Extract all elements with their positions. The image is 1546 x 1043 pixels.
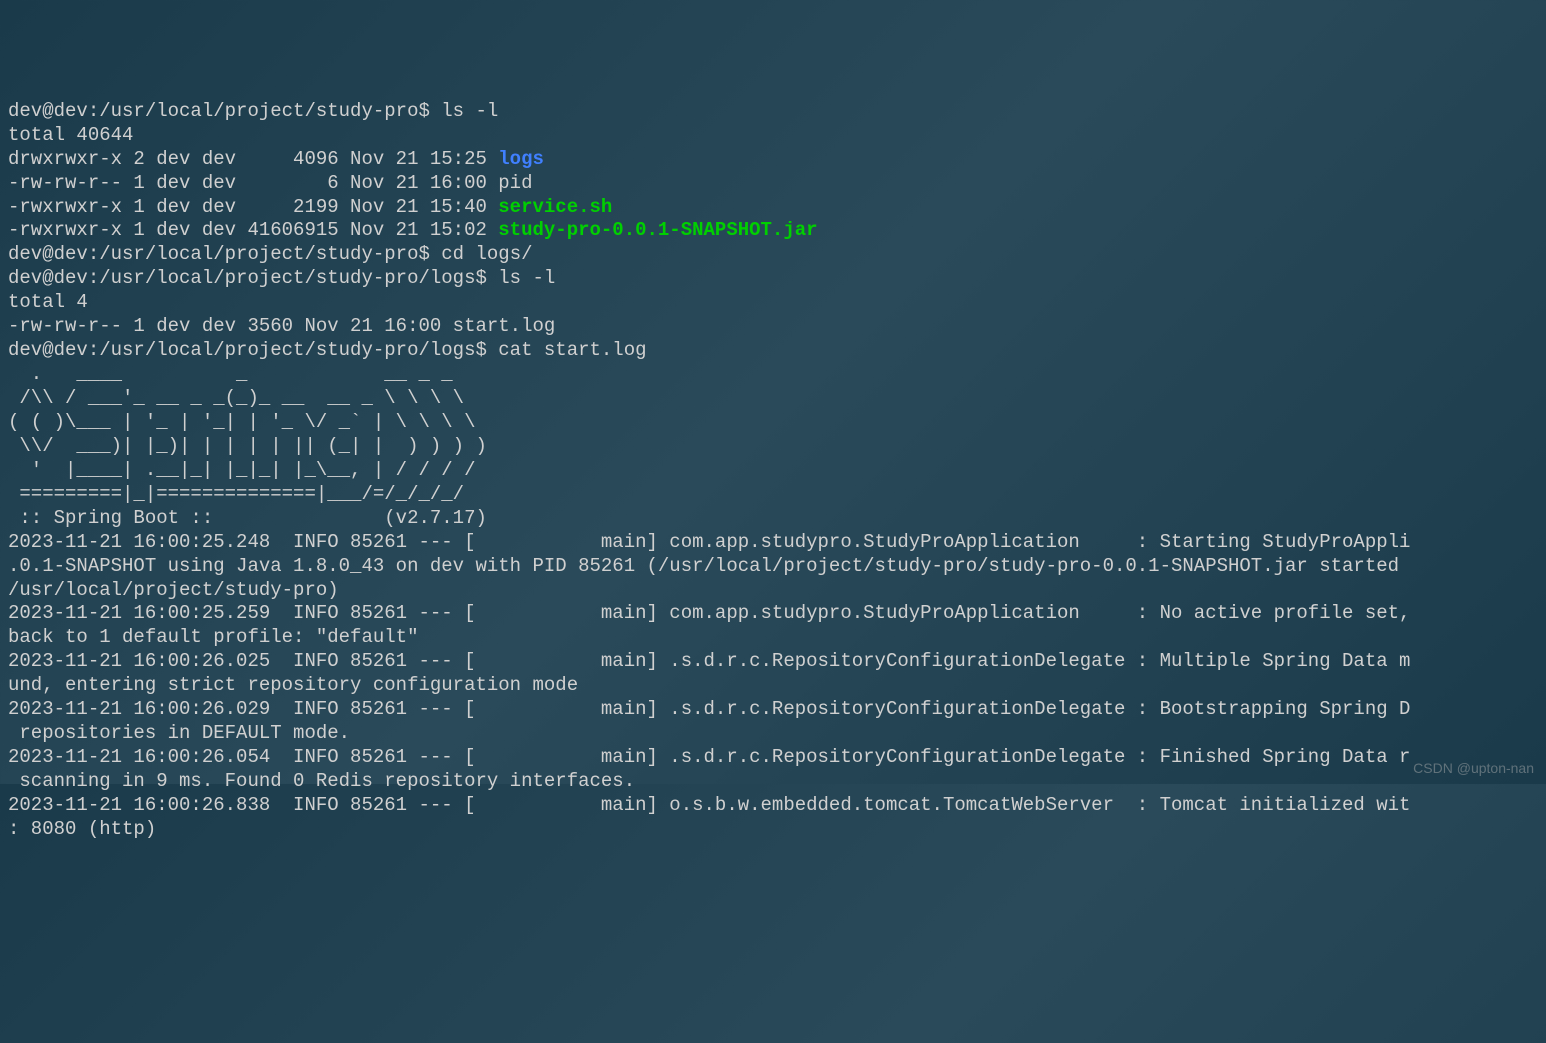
log-line-7: und, entering strict repository configur… bbox=[8, 674, 1538, 698]
log-line-8: 2023-11-21 16:00:26.029 INFO 85261 --- [… bbox=[8, 698, 1538, 722]
exec-jar: study-pro-0.0.1-SNAPSHOT.jar bbox=[498, 219, 817, 241]
log-line-2: .0.1-SNAPSHOT using Java 1.8.0_43 on dev… bbox=[8, 555, 1538, 579]
log-line-13: : 8080 (http) bbox=[8, 818, 1538, 842]
spring-banner-7: :: Spring Boot :: (v2.7.17) bbox=[8, 507, 1538, 531]
prompt-line-2: dev@dev:/usr/local/project/study-pro$ cd… bbox=[8, 243, 1538, 267]
log-line-9: repositories in DEFAULT mode. bbox=[8, 722, 1538, 746]
ls-row-startlog: -rw-rw-r-- 1 dev dev 3560 Nov 21 16:00 s… bbox=[8, 315, 1538, 339]
prompt-line-3: dev@dev:/usr/local/project/study-pro/log… bbox=[8, 267, 1538, 291]
log-line-10: 2023-11-21 16:00:26.054 INFO 85261 --- [… bbox=[8, 746, 1538, 770]
ls-row-pid: -rw-rw-r-- 1 dev dev 6 Nov 21 16:00 pid bbox=[8, 172, 1538, 196]
ls-total-1: total 40644 bbox=[8, 124, 1538, 148]
log-line-12: 2023-11-21 16:00:26.838 INFO 85261 --- [… bbox=[8, 794, 1538, 818]
prompt-line-4: dev@dev:/usr/local/project/study-pro/log… bbox=[8, 339, 1538, 363]
ls-row-service: -rwxrwxr-x 1 dev dev 2199 Nov 21 15:40 s… bbox=[8, 196, 1538, 220]
ls-row-logs: drwxrwxr-x 2 dev dev 4096 Nov 21 15:25 l… bbox=[8, 148, 1538, 172]
watermark: CSDN @upton-nan bbox=[1413, 760, 1534, 778]
spring-banner-4: \\/ ___)| |_)| | | | | || (_| | ) ) ) ) bbox=[8, 435, 1538, 459]
exec-service-sh: service.sh bbox=[498, 196, 612, 218]
spring-banner-3: ( ( )\___ | '_ | '_| | '_ \/ _` | \ \ \ … bbox=[8, 411, 1538, 435]
log-line-11: scanning in 9 ms. Found 0 Redis reposito… bbox=[8, 770, 1538, 794]
terminal-output[interactable]: dev@dev:/usr/local/project/study-pro$ ls… bbox=[8, 100, 1538, 876]
log-line-4: 2023-11-21 16:00:25.259 INFO 85261 --- [… bbox=[8, 602, 1538, 626]
spring-banner-1: . ____ _ __ _ _ bbox=[8, 363, 1538, 387]
log-line-6: 2023-11-21 16:00:26.025 INFO 85261 --- [… bbox=[8, 650, 1538, 674]
spring-banner-5: ' |____| .__|_| |_|_| |_\__, | / / / / bbox=[8, 459, 1538, 483]
ls-total-2: total 4 bbox=[8, 291, 1538, 315]
log-line-5: back to 1 default profile: "default" bbox=[8, 626, 1538, 650]
log-line-3: /usr/local/project/study-pro) bbox=[8, 579, 1538, 603]
prompt-line-1: dev@dev:/usr/local/project/study-pro$ ls… bbox=[8, 100, 1538, 124]
spring-banner-6: =========|_|==============|___/=/_/_/_/ bbox=[8, 483, 1538, 507]
dir-logs: logs bbox=[498, 148, 544, 170]
spring-banner-2: /\\ / ___'_ __ _ _(_)_ __ __ _ \ \ \ \ bbox=[8, 387, 1538, 411]
log-line-1: 2023-11-21 16:00:25.248 INFO 85261 --- [… bbox=[8, 531, 1538, 555]
ls-row-jar: -rwxrwxr-x 1 dev dev 41606915 Nov 21 15:… bbox=[8, 219, 1538, 243]
